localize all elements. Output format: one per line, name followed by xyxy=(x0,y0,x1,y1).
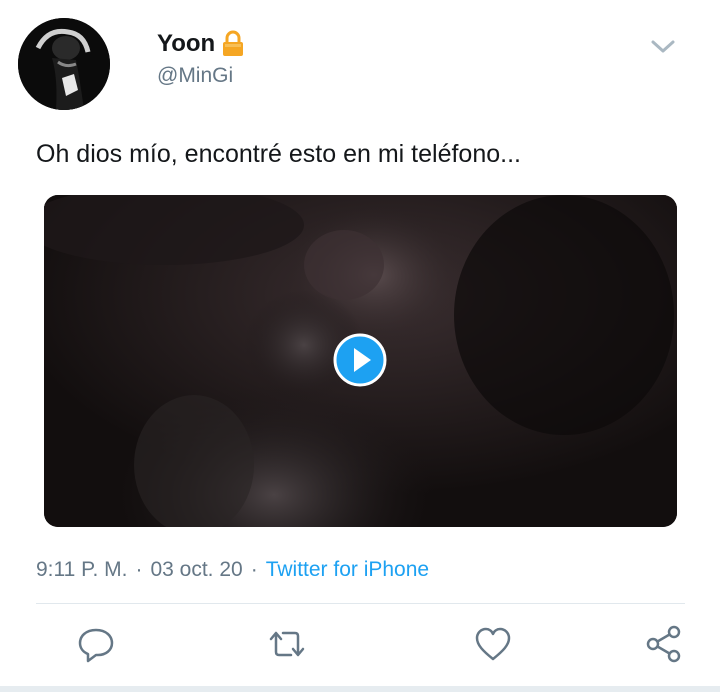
tweet-source-link[interactable]: Twitter for iPhone xyxy=(266,558,429,581)
retweet-button[interactable] xyxy=(267,624,307,664)
display-name-row[interactable]: Yoon xyxy=(157,30,245,58)
like-button[interactable] xyxy=(473,624,513,664)
user-handle[interactable]: @MinGi xyxy=(157,64,233,88)
like-icon xyxy=(475,627,511,661)
tweet-text: Oh dios mío, encontré esto en mi teléfon… xyxy=(36,140,521,168)
reply-button[interactable] xyxy=(76,624,116,664)
separator-dot: · xyxy=(135,558,143,581)
tweet-metadata: 9:11 P. M. · 03 oct. 20 · Twitter for iPhone xyxy=(36,558,429,582)
avatar-photo xyxy=(18,18,110,110)
play-icon xyxy=(333,333,387,387)
divider xyxy=(36,603,685,604)
reply-icon xyxy=(78,628,114,663)
more-options-chevron-down-icon[interactable] xyxy=(648,36,678,58)
bottom-border xyxy=(0,686,720,692)
avatar[interactable] xyxy=(18,18,110,110)
tweet-time: 9:11 P. M. xyxy=(36,558,128,581)
tweet-date: 03 oct. 20 xyxy=(150,558,243,581)
separator-dot: · xyxy=(250,558,258,581)
retweet-icon xyxy=(269,631,305,657)
share-icon xyxy=(646,625,681,663)
play-button[interactable] xyxy=(333,333,387,387)
lock-icon xyxy=(221,30,245,58)
share-button[interactable] xyxy=(644,624,684,664)
display-name[interactable]: Yoon xyxy=(157,30,215,58)
